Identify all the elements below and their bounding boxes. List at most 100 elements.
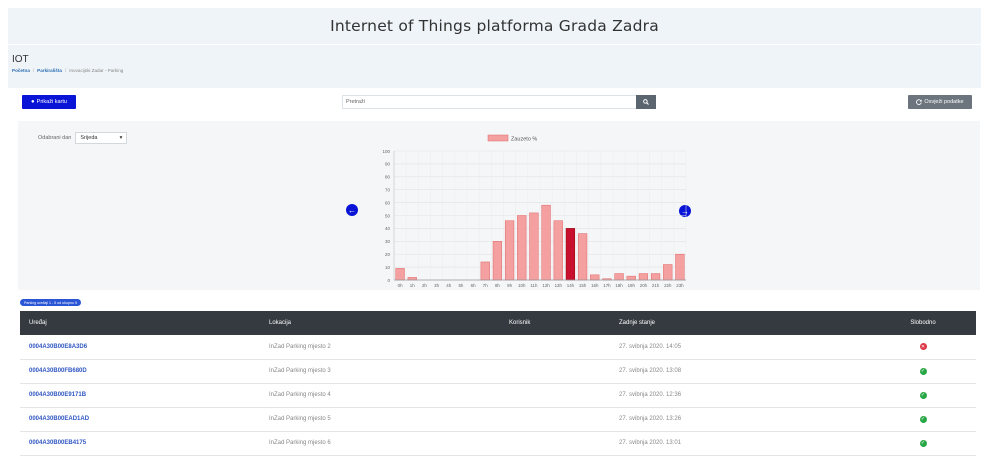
bar — [480, 261, 490, 281]
day-picker: Odabrani dan Srijeda ▾ — [38, 132, 128, 144]
y-tick-label: 0 — [387, 278, 390, 283]
location-cell: InZad Parking mjesto 3 — [260, 359, 500, 384]
legend-swatch — [487, 134, 509, 142]
bar — [407, 277, 417, 281]
search-input[interactable] — [342, 95, 636, 109]
x-tick-label: 17h — [603, 283, 611, 288]
x-tick-label: 0h — [398, 283, 403, 288]
column-header-location[interactable]: Lokacija — [260, 311, 500, 335]
x-tick-label: 20h — [640, 283, 648, 288]
x-tick-label: 6h — [471, 283, 476, 288]
bar — [663, 264, 673, 281]
x-tick-label: 7h — [483, 283, 488, 288]
table-row[interactable]: 0004A30B00E9171B InZad Parking mjesto 4 27… — [20, 383, 976, 408]
location-cell: InZad Parking mjesto 2 — [260, 335, 500, 360]
user-cell — [500, 431, 610, 456]
last-state-cell: 27. svibnja 2020. 12:36 — [610, 383, 870, 408]
y-tick-label: 50 — [385, 213, 391, 218]
bar — [517, 215, 527, 281]
last-state-cell: 27. svibnja 2020. 14:05 — [610, 335, 870, 360]
table-row[interactable]: 0004A30B00EAD1AD InZad Parking mjesto 5 27… — [20, 407, 976, 432]
refresh-icon — [916, 99, 923, 105]
bar — [553, 220, 563, 281]
breadcrumb: Početna / Parkirališta / Inovacijski Zadar -… — [12, 68, 123, 73]
page-header: Internet of Things platforma Grada Zadra — [8, 8, 981, 44]
last-state-cell: 27. svibnja 2020. 13:01 — [610, 431, 870, 456]
x-tick-label: 5h — [458, 283, 463, 288]
breadcrumb-separator: / — [32, 68, 35, 73]
table-row[interactable]: 0004A30B00FB680D InZad Parking mjesto 3 27… — [20, 359, 976, 384]
refresh-button[interactable]: Osvježi podatke — [908, 95, 972, 109]
caret-down-icon: ▾ — [119, 135, 123, 141]
show-map-label: Prikaži kartu — [36, 99, 67, 105]
show-map-button[interactable]: ● Prikaži kartu — [22, 95, 76, 109]
device-id-link[interactable]: 0004A30B00E8A3D6 — [20, 335, 260, 360]
bar — [675, 253, 685, 281]
y-tick-label: 80 — [385, 175, 391, 180]
breadcrumb-current: Inovacijski Zadar - Parking — [69, 68, 124, 73]
y-tick-label: 40 — [385, 226, 391, 231]
x-tick-label: 2h — [422, 283, 427, 288]
x-tick-label: 1h — [410, 283, 415, 288]
breadcrumb-bar: IOT Početna / Parkirališta / Inovacijski Zad… — [8, 45, 981, 88]
table-row[interactable]: 0004A30B00E8A3D6 InZad Parking mjesto 2 27… — [20, 335, 976, 360]
location-cell: InZad Parking mjesto 6 — [260, 431, 500, 456]
y-tick-label: 10 — [385, 265, 391, 270]
bar — [650, 273, 661, 281]
day-picker-label: Odabrani dan — [38, 135, 72, 141]
column-header-user[interactable]: Korisnik — [500, 311, 610, 335]
x-tick-label: 21h — [652, 283, 660, 288]
check-circle-icon: ✓ — [919, 415, 927, 423]
free-status-cell: ✕ — [870, 335, 976, 360]
y-tick-label: 70 — [385, 188, 391, 193]
free-status-cell: ✓ — [870, 431, 976, 456]
x-tick-label: 16h — [591, 283, 599, 288]
bar — [614, 273, 624, 281]
page: Internet of Things platforma Grada Zadra… — [0, 0, 981, 473]
location-cell: InZad Parking mjesto 4 — [260, 383, 500, 408]
last-state-cell: 27. svibnja 2020. 13:26 — [610, 407, 870, 432]
x-tick-label: 13h — [555, 283, 563, 288]
y-tick-label: 60 — [385, 200, 391, 205]
y-tick-label: 30 — [385, 239, 391, 244]
breadcrumb-parking[interactable]: Parkirališta — [37, 68, 62, 73]
x-circle-icon: ✕ — [919, 343, 927, 351]
search-button[interactable] — [636, 95, 656, 109]
x-tick-label: 22h — [664, 283, 672, 288]
column-header-last-state[interactable]: Zadnje stanje — [610, 311, 870, 335]
bar — [492, 241, 503, 281]
map-pin-icon: ● — [31, 99, 35, 105]
bar — [577, 233, 588, 281]
column-header-free[interactable]: Slobodno — [870, 311, 976, 335]
x-tick-label: 23h — [676, 283, 684, 288]
x-tick-label: 10h — [518, 283, 526, 288]
device-id-link[interactable]: 0004A30B00E9171B — [20, 383, 260, 408]
device-id-link[interactable]: 0004A30B00FB680D — [20, 359, 260, 384]
y-tick-label: 100 — [382, 149, 390, 154]
free-status-cell: ✓ — [870, 359, 976, 384]
x-tick-label: 15h — [579, 283, 587, 288]
page-title: Internet of Things platforma Grada Zadra — [330, 17, 659, 35]
x-tick-label: 18h — [615, 283, 623, 288]
breadcrumb-separator: / — [64, 68, 67, 73]
free-status-cell: ✓ — [870, 383, 976, 408]
section-title: IOT — [12, 54, 29, 65]
bar — [541, 204, 551, 281]
table-row[interactable]: 0004A30B00EB4175 InZad Parking mjesto 6 27… — [20, 431, 976, 456]
device-id-link[interactable]: 0004A30B00EB4175 — [20, 431, 260, 456]
check-circle-icon: ✓ — [919, 439, 927, 447]
bar — [529, 212, 539, 281]
x-tick-label: 8h — [495, 283, 500, 288]
occupancy-chart-panel: Odabrani dan Srijeda ▾ ← → Zauzeto % 0 10 2… — [18, 121, 980, 290]
record-count-badge: Parking uređaji 1 - 5 od ukupno 5 — [20, 299, 81, 306]
x-tick-label: 3h — [434, 283, 439, 288]
day-select[interactable]: Srijeda ▾ — [75, 132, 128, 144]
check-circle-icon: ✓ — [919, 391, 927, 399]
breadcrumb-home[interactable]: Početna — [12, 68, 30, 73]
column-header-device[interactable]: Uređaj — [20, 311, 260, 335]
bar — [590, 274, 600, 281]
table-header-row: Uređaj Lokacija Korisnik Zadnje stanje S… — [20, 311, 976, 335]
free-status-cell: ✓ — [870, 407, 976, 432]
device-id-link[interactable]: 0004A30B00EAD1AD — [20, 407, 260, 432]
x-tick-label: 9h — [507, 283, 512, 288]
